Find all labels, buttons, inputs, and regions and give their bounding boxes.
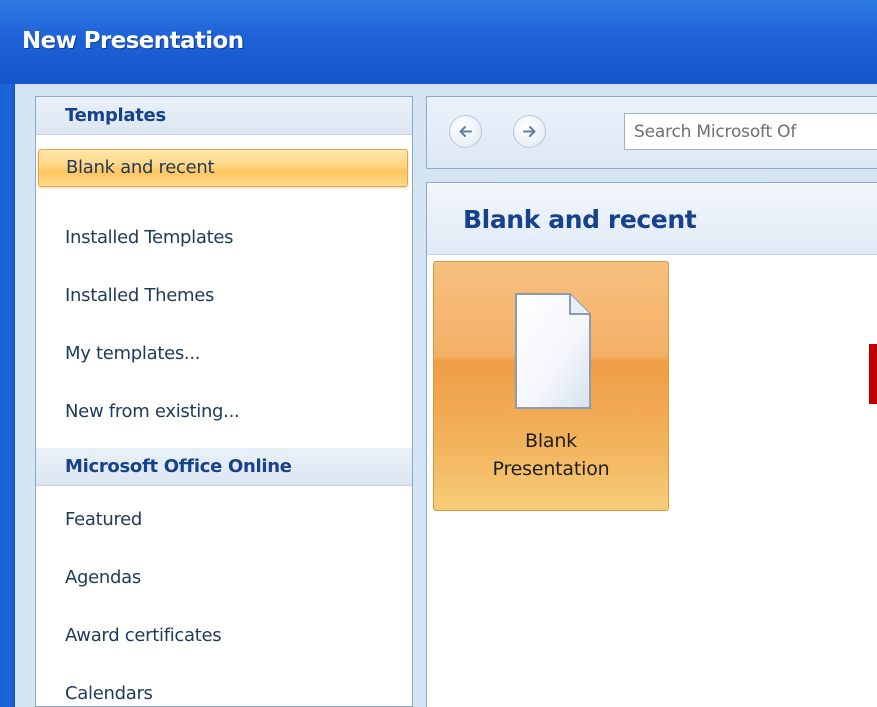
sidebar-item-my-templates[interactable]: My templates...: [36, 335, 412, 373]
forward-button[interactable]: [513, 115, 546, 148]
sidebar-item-featured[interactable]: Featured: [36, 501, 412, 539]
sidebar-item-calendars[interactable]: Calendars: [36, 675, 412, 706]
tile-label-line2: Presentation: [492, 458, 610, 480]
navigation-toolbar: [426, 96, 877, 169]
window-title: New Presentation: [22, 28, 244, 54]
content-header: Blank and recent: [427, 183, 877, 255]
back-arrow-icon: [459, 126, 472, 137]
sidebar-item-installed-themes[interactable]: Installed Themes: [36, 277, 412, 315]
blank-document-icon: [515, 293, 591, 409]
page-title: Blank and recent: [463, 205, 697, 234]
title-bar[interactable]: New Presentation: [0, 0, 877, 84]
sidebar-item-blank-and-recent[interactable]: Blank and recent: [38, 149, 408, 187]
cropped-red-shape: [869, 344, 877, 404]
window-left-border: [0, 84, 15, 707]
section-header-templates: Templates: [36, 97, 412, 135]
search-input[interactable]: [624, 113, 877, 150]
blank-presentation-tile[interactable]: Blank Presentation: [433, 261, 669, 511]
back-button[interactable]: [449, 115, 482, 148]
sidebar-item-new-from-existing[interactable]: New from existing...: [36, 393, 412, 431]
tile-label: Blank Presentation: [434, 427, 668, 483]
forward-arrow-icon: [523, 126, 536, 137]
templates-content-pane: Blank and recent Blank Presentation: [426, 182, 877, 707]
sidebar-item-agendas[interactable]: Agendas: [36, 559, 412, 597]
new-presentation-dialog: New Presentation Templates Blank and rec…: [0, 0, 877, 707]
tile-label-line1: Blank: [524, 430, 577, 452]
sidebar-item-award-certificates[interactable]: Award certificates: [36, 617, 412, 655]
section-header-microsoft-office-online: Microsoft Office Online: [36, 448, 412, 486]
template-categories-pane: Templates Blank and recent Installed Tem…: [35, 96, 413, 707]
sidebar-item-installed-templates[interactable]: Installed Templates: [36, 219, 412, 257]
